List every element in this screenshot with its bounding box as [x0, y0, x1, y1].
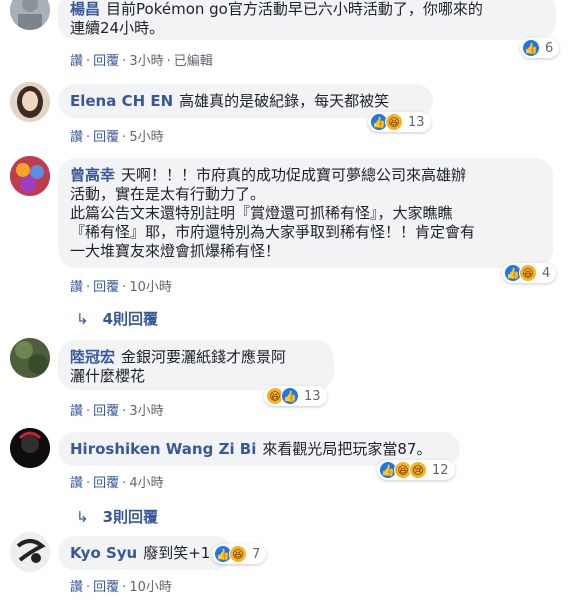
- like-link[interactable]: 讚: [70, 580, 83, 595]
- comment-author[interactable]: Hiroshiken Wang Zi Bi: [70, 440, 256, 458]
- like-icon: 👍: [522, 39, 540, 57]
- avatar[interactable]: [10, 338, 50, 378]
- comment-0: 楊昌 目前Pokémon go官方活動早已六小時活動了，你哪來的 連續24小時。 …: [0, 0, 586, 75]
- like-link[interactable]: 讚: [70, 280, 83, 295]
- like-link[interactable]: 讚: [70, 130, 83, 145]
- avatar[interactable]: [10, 0, 50, 30]
- comment-text: 一大堆寶友來燈會抓爆稀有怪！: [70, 242, 281, 260]
- comment-author[interactable]: Kyo Syu: [70, 544, 137, 562]
- reply-arrow-icon: ↳: [76, 508, 89, 526]
- reply-link[interactable]: 回覆: [93, 54, 119, 69]
- reaction-summary[interactable]: 👍 😆 4: [502, 263, 557, 283]
- comment-text: 目前Pokémon go官方活動早已六小時活動了，你哪來的: [106, 0, 483, 18]
- comment-author[interactable]: 曾高幸: [70, 166, 115, 184]
- comment-actions: 讚 · 回覆 · 10小時: [70, 580, 172, 595]
- timestamp[interactable]: 10小時: [129, 280, 172, 295]
- comment-author[interactable]: 陸冠宏: [70, 348, 115, 366]
- timestamp[interactable]: 10小時: [129, 580, 172, 595]
- comment-actions: 讚 · 回覆 · 4小時: [70, 476, 164, 491]
- comment-bubble: 陸冠宏 金銀河要灑紙錢才應景阿 灑什麼櫻花: [58, 340, 334, 390]
- comment-actions: 讚 · 回覆 · 5小時: [70, 130, 164, 145]
- comment-text: 連續24小時。: [70, 19, 165, 37]
- comment-text: 灑什麼櫻花: [70, 367, 146, 385]
- avatar-photo: [10, 0, 50, 30]
- comment-text: 來看觀光局把玩家當87。: [262, 440, 432, 458]
- edited-label[interactable]: 已編輯: [174, 54, 213, 69]
- avatar-photo: [10, 156, 50, 196]
- avatar[interactable]: [10, 156, 50, 196]
- reaction-count: 6: [545, 40, 554, 56]
- reaction-count: 13: [304, 388, 321, 404]
- comment-4: Hiroshiken Wang Zi Bi 來看觀光局把玩家當87。 👍 😆 😢 …: [0, 428, 586, 528]
- timestamp[interactable]: 3小時: [129, 404, 163, 419]
- avatar[interactable]: [10, 428, 50, 468]
- comment-text: 高雄真的是破紀錄，每天都被笑: [179, 92, 390, 110]
- comment-3: 陸冠宏 金銀河要灑紙錢才應景阿 灑什麼櫻花 😆 👍 13 讚 · 回覆 · 3小時: [0, 338, 586, 420]
- like-icon: 👍: [281, 387, 299, 405]
- comment-text: 活動，實在是太有行動力了。: [70, 185, 266, 203]
- like-link[interactable]: 讚: [70, 404, 83, 419]
- haha-icon: 😆: [229, 545, 247, 563]
- replies-count-label[interactable]: 4則回覆: [103, 310, 158, 328]
- comment-text: 廢到笑+1: [143, 544, 211, 562]
- comment-bubble: 楊昌 目前Pokémon go官方活動早已六小時活動了，你哪來的 連續24小時。: [58, 0, 556, 40]
- reaction-summary[interactable]: 👍 😆 7: [212, 544, 267, 564]
- comment-bubble: 曾高幸 天啊！！！市府真的成功促成寶可夢總公司來高雄辦 活動，實在是太有行動力了。…: [58, 158, 553, 268]
- reaction-summary[interactable]: 👍 😆 😢 12: [377, 460, 455, 480]
- replies-count-label[interactable]: 3則回覆: [103, 508, 158, 526]
- avatar-photo: [10, 338, 50, 378]
- avatar-photo: [10, 532, 50, 572]
- reaction-count: 7: [252, 546, 261, 562]
- reaction-count: 13: [408, 114, 425, 130]
- reply-link[interactable]: 回覆: [93, 130, 119, 145]
- comment-text: 『稀有怪』耶，市府還特別為大家爭取到稀有怪！！肯定會有: [70, 223, 476, 241]
- reaction-summary[interactable]: 👍 😆 13: [368, 112, 431, 132]
- comment-2: 曾高幸 天啊！！！市府真的成功促成寶可夢總公司來高雄辦 活動，實在是太有行動力了。…: [0, 152, 586, 332]
- comment-text: 金銀河要灑紙錢才應景阿: [121, 348, 287, 366]
- comment-1: Elena CH EN 高雄真的是破紀錄，每天都被笑 👍 😆 13 讚 · 回覆 · 5小…: [0, 82, 586, 147]
- reply-link[interactable]: 回覆: [93, 580, 119, 595]
- like-link[interactable]: 讚: [70, 54, 83, 69]
- reaction-summary[interactable]: 😆 👍 13: [264, 386, 327, 406]
- avatar[interactable]: [10, 82, 50, 122]
- comment-author[interactable]: 楊昌: [70, 0, 100, 18]
- haha-icon: 😆: [385, 113, 403, 131]
- reaction-count: 4: [542, 265, 551, 281]
- comment-author[interactable]: Elena CH EN: [70, 92, 173, 110]
- timestamp[interactable]: 5小時: [129, 130, 163, 145]
- avatar-photo: [10, 428, 50, 468]
- haha-icon: 😆: [519, 264, 537, 282]
- reply-link[interactable]: 回覆: [93, 476, 119, 491]
- like-link[interactable]: 讚: [70, 476, 83, 491]
- reply-link[interactable]: 回覆: [93, 404, 119, 419]
- sad-icon: 😢: [409, 461, 427, 479]
- timestamp[interactable]: 4小時: [129, 476, 163, 491]
- reaction-summary[interactable]: 👍 6: [520, 38, 560, 58]
- reply-arrow-icon: ↳: [76, 310, 89, 328]
- comment-actions: 讚 · 回覆 · 10小時: [70, 280, 172, 295]
- timestamp[interactable]: 3小時: [129, 54, 163, 69]
- comment-actions: 讚 · 回覆 · 3小時: [70, 404, 164, 419]
- reaction-count: 12: [432, 462, 449, 478]
- comment-5: Kyo Syu 廢到笑+1 👍 😆 7 讚 · 回覆 · 10小時: [0, 532, 586, 601]
- comment-text: 此篇公告文末還特別註明『賞燈還可抓稀有怪』，大家瞧瞧: [70, 204, 453, 222]
- view-replies-link[interactable]: ↳ 4則回覆: [76, 308, 158, 329]
- avatar[interactable]: [10, 532, 50, 572]
- view-replies-link[interactable]: ↳ 3則回覆: [76, 506, 158, 527]
- avatar-photo: [10, 82, 50, 122]
- comment-text: 天啊！！！市府真的成功促成寶可夢總公司來高雄辦: [121, 166, 467, 184]
- comment-bubble: Kyo Syu 廢到笑+1: [58, 536, 232, 570]
- reply-link[interactable]: 回覆: [93, 280, 119, 295]
- comment-actions: 讚 · 回覆 · 3小時 · 已編輯: [70, 54, 213, 69]
